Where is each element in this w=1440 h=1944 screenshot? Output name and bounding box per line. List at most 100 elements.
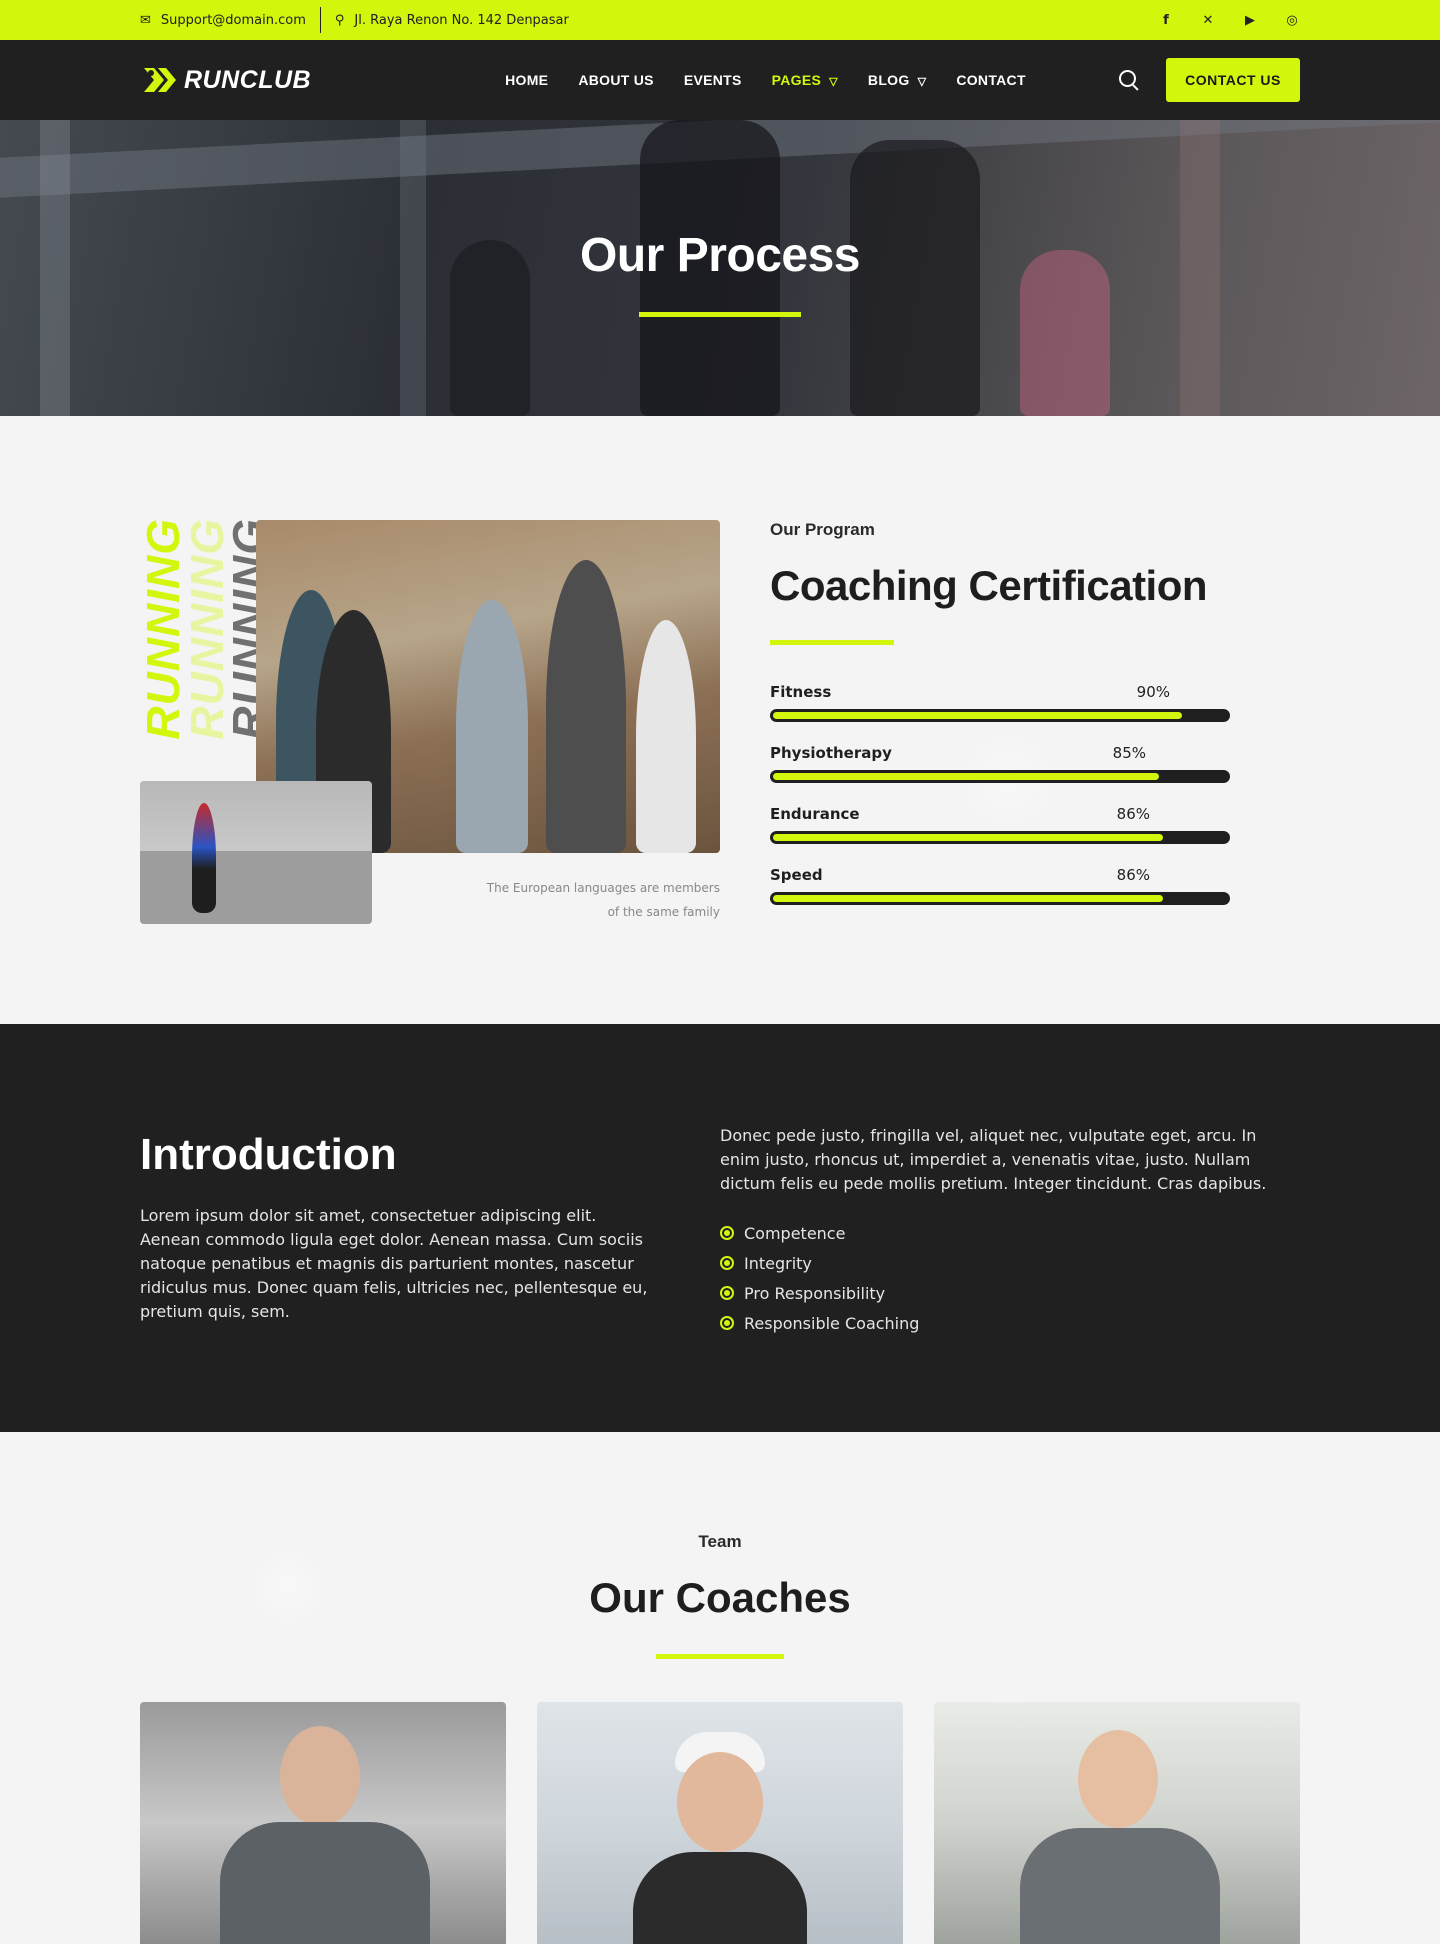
program-details: Our Program Coaching Certification Fitne…	[770, 520, 1230, 927]
check-circle-icon	[720, 1256, 734, 1270]
nav-item-pages[interactable]: PAGES ▽	[772, 72, 838, 88]
skill-endurance: Endurance 86%	[770, 805, 1230, 844]
social-links: f ✕ ▶ ◎	[1158, 13, 1300, 28]
skill-percent: 86%	[1116, 866, 1150, 884]
coach-portrait	[633, 1852, 807, 1944]
brand-logo[interactable]: RUNCLUB	[140, 66, 311, 95]
page-title: Our Process	[580, 229, 860, 282]
introduction-section: Introduction Lorem ipsum dolor sit amet,…	[0, 1024, 1440, 1432]
address-contact: ⚲ Jl. Raya Renon No. 142 Denpasar	[335, 13, 569, 28]
facebook-icon[interactable]: f	[1158, 13, 1174, 28]
check-circle-icon	[720, 1226, 734, 1240]
skill-percent: 85%	[1112, 744, 1146, 762]
skill-name: Endurance	[770, 805, 860, 823]
caption-line: The European languages are members	[486, 881, 720, 895]
title-underline	[770, 640, 894, 645]
title-underline	[656, 1654, 784, 1659]
coach-portrait	[1078, 1730, 1158, 1828]
list-item: Responsible Coaching	[720, 1308, 919, 1338]
menu: HOME ABOUT US EVENTS PAGES ▽ BLOG ▽ CONTAC…	[505, 72, 1026, 88]
email-text: Support@domain.com	[160, 12, 306, 28]
caption-line: of the same family	[607, 905, 720, 919]
list-item-label: Competence	[744, 1223, 846, 1243]
progress-fill	[773, 773, 1159, 780]
section-title: Coaching Certification	[770, 562, 1208, 609]
list-item-label: Integrity	[744, 1253, 812, 1273]
check-circle-icon	[720, 1316, 734, 1330]
vertical-text-outline: RUNNING	[181, 518, 233, 740]
x-icon[interactable]: ✕	[1200, 13, 1216, 28]
main-navigation: RUNCLUB HOME ABOUT US EVENTS PAGES ▽ BLOG…	[0, 40, 1440, 120]
team-section: Team Our Coaches	[0, 1432, 1440, 1944]
skill-fitness: Fitness 90%	[770, 683, 1230, 722]
instagram-icon[interactable]: ◎	[1284, 13, 1300, 28]
skill-name: Physiotherapy	[770, 744, 892, 762]
progress-fill	[773, 834, 1164, 841]
list-item: Pro Responsibility	[720, 1278, 919, 1308]
progress-bar	[770, 892, 1230, 905]
contact-us-button[interactable]: CONTACT US	[1166, 58, 1300, 102]
coach-portrait	[677, 1752, 763, 1852]
skill-percent: 90%	[1136, 683, 1170, 701]
check-circle-icon	[720, 1286, 734, 1300]
wall-background	[140, 851, 372, 924]
coach-portrait	[280, 1726, 360, 1826]
section-eyebrow: Team	[698, 1532, 742, 1551]
solo-runner-image	[140, 781, 372, 924]
chevron-down-icon: ▽	[917, 76, 927, 88]
progress-bar	[770, 770, 1230, 783]
intro-right-text: Donec pede justo, fringilla vel, aliquet…	[720, 1126, 1267, 1193]
title-underline	[639, 312, 801, 317]
youtube-icon[interactable]: ▶	[1242, 13, 1258, 28]
runner-figure	[636, 620, 696, 853]
nav-item-about[interactable]: ABOUT US	[578, 72, 654, 88]
page-hero: Our Process	[0, 120, 1440, 416]
progress-fill	[773, 895, 1164, 902]
chevron-down-icon: ▽	[829, 76, 838, 88]
list-item: Competence	[720, 1218, 919, 1248]
search-icon[interactable]	[1118, 69, 1140, 91]
top-bar: ✉ Support@domain.com ⚲ Jl. Raya Renon No…	[0, 0, 1440, 40]
vertical-text-accent: RUNNING	[137, 518, 189, 740]
coach-portrait	[1020, 1828, 1220, 1944]
coach-portrait	[220, 1822, 430, 1944]
list-item-label: Pro Responsibility	[744, 1283, 886, 1303]
skill-physiotherapy: Physiotherapy 85%	[770, 744, 1230, 783]
coach-card-image[interactable]	[537, 1702, 903, 1944]
runner-figure	[456, 600, 528, 853]
nav-item-blog-label: BLOG	[867, 72, 910, 88]
progress-bar	[770, 831, 1230, 844]
section-title: Introduction	[140, 1130, 397, 1179]
progress-fill	[773, 712, 1182, 719]
intro-left-text: Lorem ipsum dolor sit amet, consectetuer…	[140, 1206, 648, 1321]
skill-bars: Fitness 90% Physiotherapy 85% Endurance 86%…	[770, 683, 1230, 905]
list-item: Integrity	[720, 1248, 919, 1278]
runner-logo-icon	[144, 68, 176, 92]
brand-name: RUNCLUB	[184, 65, 312, 94]
nav-item-home[interactable]: HOME	[505, 72, 548, 88]
runner-figure	[546, 560, 626, 853]
envelope-icon: ✉	[140, 12, 151, 28]
skill-percent: 86%	[1116, 805, 1150, 823]
image-caption: The European languages are members of th…	[430, 876, 720, 924]
divider	[319, 7, 321, 33]
coach-card-image[interactable]	[140, 1702, 506, 1944]
nav-item-blog[interactable]: BLOG ▽	[868, 72, 926, 88]
section-title: Our Coaches	[589, 1574, 851, 1621]
skill-name: Fitness	[770, 683, 832, 701]
nav-item-events[interactable]: EVENTS	[684, 72, 742, 88]
skill-speed: Speed 86%	[770, 866, 1230, 905]
checklist: Competence Integrity Pro Responsibility …	[720, 1218, 919, 1338]
nav-item-contact[interactable]: CONTACT	[956, 72, 1026, 88]
program-section: RUNNING RUNNING RUNNING The European lan…	[0, 416, 1440, 1024]
list-item-label: Responsible Coaching	[744, 1313, 920, 1333]
nav-item-pages-label: PAGES	[771, 72, 822, 88]
skill-name: Speed	[770, 866, 823, 884]
email-contact[interactable]: ✉ Support@domain.com	[140, 13, 306, 28]
section-eyebrow: Our Program	[770, 520, 875, 539]
map-pin-icon: ⚲	[334, 12, 345, 28]
coach-card-image[interactable]	[934, 1702, 1300, 1944]
progress-bar	[770, 709, 1230, 722]
vertical-running-text: RUNNING RUNNING RUNNING	[137, 518, 275, 740]
runner-figure	[192, 803, 216, 913]
